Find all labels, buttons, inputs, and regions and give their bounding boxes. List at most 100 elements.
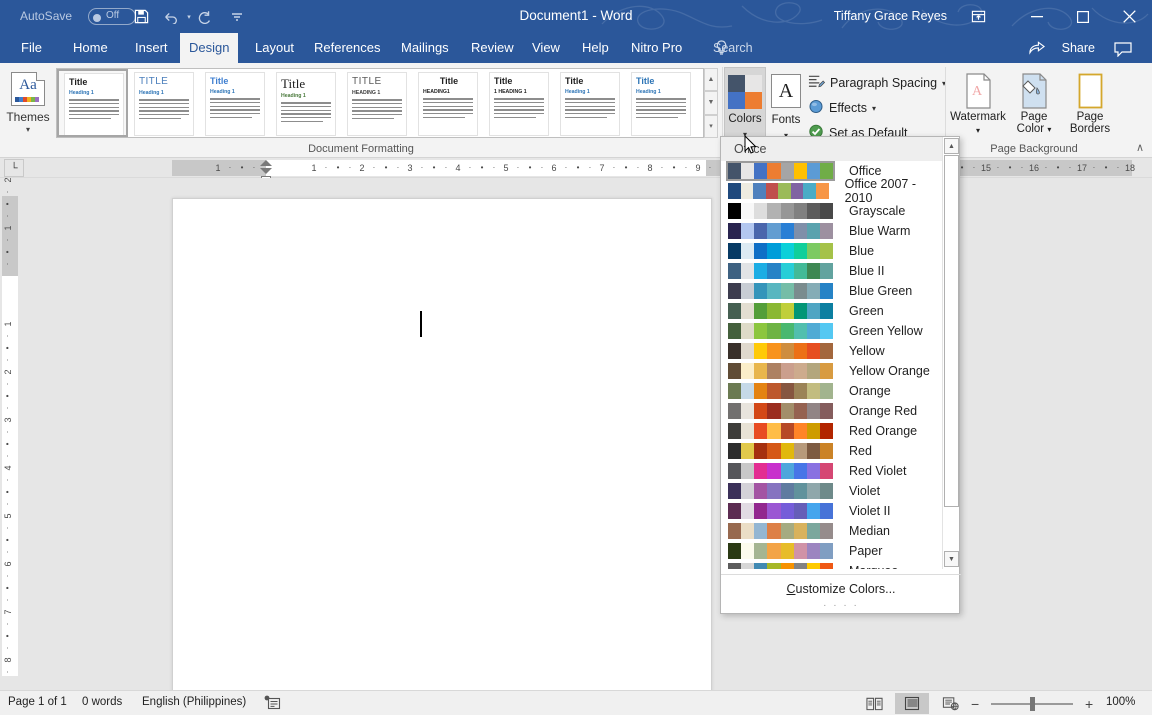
- vertical-ruler-minor-tick: ·: [3, 262, 12, 266]
- style-set-thumbnail[interactable]: Title Heading 1: [270, 69, 341, 137]
- page-borders-button[interactable]: Page Borders: [1062, 67, 1118, 143]
- color-scheme-list[interactable]: Office Office 2007 - 2010 Grayscale Blue Wa…: [721, 161, 943, 569]
- language-indicator[interactable]: English (Philippines): [142, 696, 246, 708]
- scroll-up-icon[interactable]: ▲: [944, 138, 959, 154]
- tab-insert[interactable]: Insert: [126, 33, 177, 63]
- document-canvas[interactable]: [20, 178, 1152, 690]
- customize-colors-button[interactable]: Customize Colors...: [721, 575, 961, 603]
- color-scheme-item[interactable]: Red Orange: [721, 421, 943, 441]
- color-scheme-item[interactable]: Blue: [721, 241, 943, 261]
- color-scheme-item[interactable]: Red: [721, 441, 943, 461]
- color-scheme-item[interactable]: Red Violet: [721, 461, 943, 481]
- maximize-icon[interactable]: [1060, 0, 1106, 33]
- color-scheme-item[interactable]: Median: [721, 521, 943, 541]
- hanging-indent-marker[interactable]: [260, 168, 272, 174]
- color-scheme-item[interactable]: Orange Red: [721, 401, 943, 421]
- comments-icon[interactable]: [1108, 37, 1138, 61]
- style-set-thumbnail[interactable]: Title 1 HEADING 1: [483, 69, 554, 137]
- watermark-button[interactable]: A Watermark ▾: [950, 67, 1006, 143]
- read-mode-icon[interactable]: [857, 693, 891, 714]
- style-set-thumbnail[interactable]: TITLE HEADING 1: [341, 69, 412, 137]
- style-set-thumbnail[interactable]: TITLE Heading 1: [128, 69, 199, 137]
- chevron-down-icon[interactable]: ▾: [1047, 125, 1051, 134]
- document-page[interactable]: [172, 198, 712, 690]
- color-scheme-item[interactable]: Blue II: [721, 261, 943, 281]
- collapse-ribbon-icon[interactable]: ∧: [1136, 141, 1144, 154]
- style-set-thumbnail[interactable]: Title HEADING1: [412, 69, 483, 137]
- dropdown-resize-grip[interactable]: · · · ·: [721, 600, 961, 611]
- print-layout-icon[interactable]: [895, 693, 929, 714]
- color-scheme-item[interactable]: Green Yellow: [721, 321, 943, 341]
- zoom-level-label[interactable]: 100%: [1106, 696, 1135, 708]
- tab-view[interactable]: View: [523, 33, 569, 63]
- color-scheme-item[interactable]: Office 2007 - 2010: [721, 177, 943, 205]
- search-input[interactable]: Search: [713, 33, 753, 63]
- zoom-out-button[interactable]: −: [971, 696, 979, 712]
- zoom-slider-thumb[interactable]: [1030, 697, 1035, 711]
- style-set-thumbnail[interactable]: Title Heading 1: [57, 69, 128, 137]
- effects-button[interactable]: Effects ▾: [808, 97, 876, 119]
- web-layout-icon[interactable]: [933, 693, 967, 714]
- color-scheme-swatches: [726, 461, 835, 481]
- themes-button[interactable]: Aa Themes ▾: [4, 67, 52, 143]
- gallery-scroll-up-icon[interactable]: ▲: [704, 68, 718, 92]
- tab-references[interactable]: References: [305, 33, 389, 63]
- color-scheme-item[interactable]: Orange: [721, 381, 943, 401]
- ruler-minor-tick: ·: [1116, 163, 1120, 172]
- vertical-ruler[interactable]: 2 · • · 1 · • · 1 · • · 2 · • · 3 · • · 4 · • · 5 · • · 6 · • · 7 · • · 8 ·: [0, 178, 20, 690]
- page-color-button[interactable]: Page Color ▾: [1006, 67, 1062, 143]
- paragraph-spacing-button[interactable]: Paragraph Spacing ▾: [808, 72, 946, 94]
- ruler-minor-tick: ·: [564, 163, 568, 172]
- color-scheme-item[interactable]: Violet II: [721, 501, 943, 521]
- user-account-name[interactable]: Tiffany Grace Reyes: [834, 9, 947, 23]
- zoom-in-button[interactable]: +: [1085, 696, 1093, 712]
- tab-home[interactable]: Home: [64, 33, 117, 63]
- gallery-scroll-down-icon[interactable]: ▼: [704, 91, 718, 115]
- tab-mailings[interactable]: Mailings: [392, 33, 458, 63]
- color-scheme-item[interactable]: Blue Warm: [721, 221, 943, 241]
- share-button[interactable]: Share: [1062, 33, 1095, 63]
- proofing-errors-icon[interactable]: [264, 695, 281, 713]
- theme-colors-dropdown[interactable]: Office Office Office 2007 - 2010 Grayscale…: [720, 136, 961, 614]
- tab-file[interactable]: File: [12, 33, 51, 63]
- color-scheme-item[interactable]: Yellow Orange: [721, 361, 943, 381]
- color-scheme-item[interactable]: Violet: [721, 481, 943, 501]
- themes-icon: Aa: [11, 72, 45, 106]
- color-scheme-item[interactable]: Green: [721, 301, 943, 321]
- color-scheme-item[interactable]: Blue Green: [721, 281, 943, 301]
- color-scheme-item[interactable]: Yellow: [721, 341, 943, 361]
- page-indicator[interactable]: Page 1 of 1: [8, 696, 67, 708]
- gallery-scroll-buttons[interactable]: ▲ ▼ ▾: [704, 68, 718, 138]
- scrollbar-thumb[interactable]: [944, 155, 959, 507]
- dropdown-scrollbar[interactable]: ▲ ▼: [942, 137, 959, 569]
- tab-layout[interactable]: Layout: [246, 33, 303, 63]
- ruler-minor-tick: ·: [612, 163, 616, 172]
- ruler-minor-tick: ·: [468, 163, 472, 172]
- word-count[interactable]: 0 words: [82, 696, 122, 708]
- chevron-down-icon[interactable]: ▾: [872, 104, 876, 113]
- minimize-icon[interactable]: [1014, 0, 1060, 33]
- color-scheme-item[interactable]: Paper: [721, 541, 943, 561]
- first-line-indent-marker[interactable]: [260, 160, 272, 166]
- tab-nitro-pro[interactable]: Nitro Pro: [622, 33, 691, 63]
- theme-fonts-label: Fonts: [771, 114, 801, 126]
- color-scheme-name: Office: [849, 164, 882, 178]
- gallery-more-icon[interactable]: ▾: [704, 114, 718, 138]
- style-set-thumbnail[interactable]: Title Heading 1: [554, 69, 625, 137]
- chevron-down-icon[interactable]: ▾: [4, 125, 52, 134]
- tab-help[interactable]: Help: [573, 33, 618, 63]
- ribbon-display-options-icon[interactable]: [963, 0, 993, 33]
- theme-colors-button[interactable]: Colors ▾: [724, 67, 766, 143]
- close-icon[interactable]: [1106, 0, 1152, 33]
- horizontal-ruler-track[interactable]: 1 · • · 1 · • · 2 · • · 3 · • · 4 · • · 5 · • · 6 · • · 7 · • · 8 · • · 9 · • ·…: [172, 160, 1135, 176]
- tab-review[interactable]: Review: [462, 33, 523, 63]
- horizontal-ruler[interactable]: └ 1 · • · 1 · • · 2 · • · 3 · • · 4 · • · 5 · • · 6 · • · 7 · • · 8 · • · 9 ·…: [0, 158, 1152, 183]
- effects-label: Effects: [829, 101, 867, 115]
- scroll-down-icon[interactable]: ▼: [944, 551, 959, 567]
- style-set-gallery[interactable]: Title Heading 1 TITLE Heading 1 Title Heading…: [56, 68, 704, 138]
- tab-design[interactable]: Design: [180, 33, 239, 63]
- theme-fonts-button[interactable]: A Fonts ▾: [765, 67, 807, 143]
- color-scheme-item[interactable]: Marquee: [721, 561, 943, 569]
- style-set-thumbnail[interactable]: Title Heading 1: [199, 69, 270, 137]
- style-set-thumbnail[interactable]: Title Heading 1: [625, 69, 696, 137]
